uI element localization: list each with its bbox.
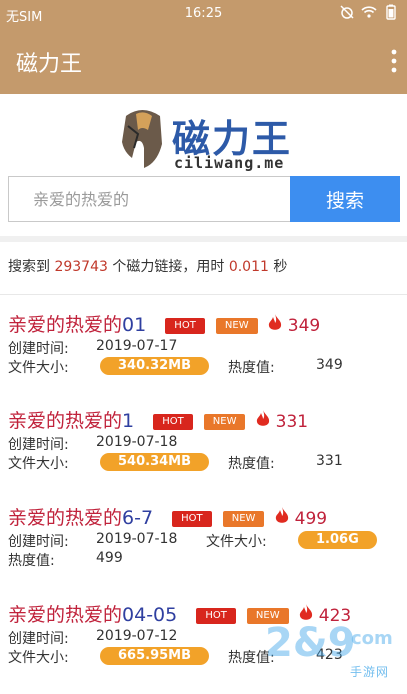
heat-value: 499 — [96, 550, 123, 566]
result-title[interactable]: 亲爱的热爱的 — [8, 507, 122, 529]
heat-value: 331 — [316, 453, 343, 469]
result-summary: 搜索到 293743 个磁力链接，用时 0.011 秒 — [8, 256, 287, 276]
created-date: 2019-07-17 — [96, 338, 178, 354]
alarm-off-icon — [340, 5, 354, 19]
system-icons — [339, 4, 399, 20]
created-date: 2019-07-12 — [96, 628, 178, 644]
heat-label: 热度值: — [228, 360, 275, 376]
result-title[interactable]: 亲爱的热爱的 — [8, 314, 122, 336]
summary-unit: 秒 — [273, 259, 288, 275]
result-item[interactable]: 亲爱的热爱的01 HOT NEW 349 创建时间: 2019-07-17 文件… — [8, 310, 400, 376]
heat-value: 349 — [316, 357, 343, 373]
search-input[interactable] — [9, 177, 291, 221]
flame-icon — [268, 314, 281, 330]
new-badge: NEW — [203, 414, 246, 430]
status-bar: 无SIM 16:25 — [0, 0, 407, 28]
created-label: 创建时间: — [8, 631, 69, 647]
elapsed-time: 0.011 — [228, 259, 269, 275]
wifi-icon — [361, 6, 377, 18]
search-button[interactable]: 搜索 — [290, 176, 400, 222]
new-badge: NEW — [222, 511, 265, 527]
result-title[interactable]: 亲爱的热爱的 — [8, 410, 122, 432]
heat-score: 499 — [294, 509, 328, 529]
app-bar: 磁力王 — [0, 28, 407, 94]
heat-label: 热度值: — [228, 456, 275, 472]
result-item[interactable]: 亲爱的热爱的1 HOT NEW 331 创建时间: 2019-07-18 文件大… — [8, 406, 400, 472]
watermark-text: 手游网 — [349, 665, 389, 679]
size-label: 文件大小: — [206, 534, 267, 550]
result-title-suffix[interactable]: 04-05 — [122, 604, 177, 626]
result-item[interactable]: 亲爱的热爱的6-7 HOT NEW 499 创建时间: 2019-07-18 文… — [8, 503, 400, 569]
result-title-suffix[interactable]: 01 — [122, 314, 146, 336]
heat-score: 349 — [287, 316, 321, 336]
hot-badge: HOT — [196, 608, 236, 624]
list-divider — [0, 294, 407, 295]
watermark-logo: 2&9 com — [265, 620, 393, 666]
result-count: 293743 — [54, 259, 108, 275]
result-title-suffix[interactable]: 6-7 — [122, 507, 153, 529]
flame-icon — [275, 507, 288, 523]
size-label: 文件大小: — [8, 650, 69, 666]
created-label: 创建时间: — [8, 437, 69, 453]
file-size-badge: 340.32MB — [100, 357, 210, 375]
summary-prefix: 搜索到 — [8, 259, 50, 275]
hot-badge: HOT — [153, 414, 193, 430]
created-label: 创建时间: — [8, 341, 69, 357]
file-size-badge: 1.06G — [298, 531, 377, 549]
app-title: 磁力王 — [16, 52, 83, 77]
result-title[interactable]: 亲爱的热爱的 — [8, 604, 122, 626]
hot-badge: HOT — [172, 511, 212, 527]
search-bar: 搜索 — [8, 176, 400, 222]
size-label: 文件大小: — [8, 456, 69, 472]
new-badge: NEW — [215, 318, 258, 334]
logo-domain: ciliwang.me — [174, 154, 285, 172]
created-label: 创建时间: — [8, 534, 69, 550]
hot-badge: HOT — [165, 318, 205, 334]
watermark-domain: com — [351, 628, 393, 649]
helmet-logo-icon — [122, 110, 162, 168]
created-date: 2019-07-18 — [96, 434, 178, 450]
result-title-suffix[interactable]: 1 — [122, 410, 134, 432]
section-divider — [0, 236, 407, 242]
watermark-logo-text: 2&9 — [265, 620, 356, 666]
file-size-badge: 665.95MB — [100, 647, 210, 665]
heat-score: 331 — [275, 412, 309, 432]
file-size-badge: 540.34MB — [100, 453, 210, 471]
summary-middle: 个磁力链接，用时 — [112, 259, 225, 275]
size-label: 文件大小: — [8, 360, 69, 376]
more-vert-icon[interactable] — [387, 48, 401, 74]
created-date: 2019-07-18 — [96, 531, 178, 547]
site-logo: 磁力王 ciliwang.me — [118, 108, 298, 174]
battery-icon — [386, 4, 396, 20]
heat-label: 热度值: — [8, 553, 55, 569]
flame-icon — [256, 410, 269, 426]
